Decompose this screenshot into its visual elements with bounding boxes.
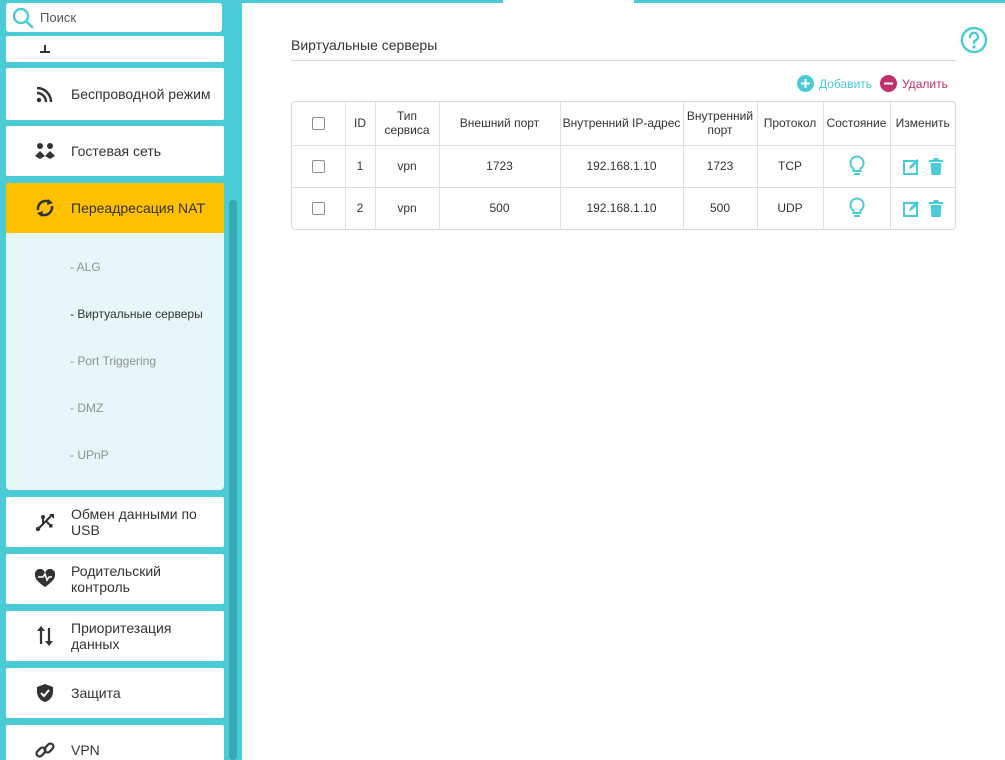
guests-icon — [34, 140, 56, 162]
cell-status — [823, 187, 891, 229]
sidebar-item-label: Переадресация NAT — [71, 200, 206, 216]
search-icon[interactable] — [12, 7, 34, 29]
heart-icon — [34, 568, 56, 590]
page-title: Виртуальные серверы — [291, 37, 438, 53]
cell-modify — [890, 145, 955, 188]
sidebar-item-label: Обмен данными по USB — [71, 506, 197, 538]
top-accent-bar — [242, 0, 503, 3]
sidebar-item-label: Гостевая сеть — [71, 143, 162, 159]
cell-status — [823, 145, 891, 188]
row-select-cell — [292, 145, 346, 188]
column-header-internal-ip: Внутренний IP-адрес — [560, 102, 684, 146]
cell-internal-port: 500 — [683, 187, 758, 229]
header-select-all — [292, 102, 346, 146]
table-row: 2 vpn 500 192.168.1.10 500 UDP — [292, 187, 955, 229]
table-row: 1 vpn 1723 192.168.1.10 1723 TCP — [292, 145, 955, 188]
virtual-servers-table: ID Тип сервиса Внешний порт Внутренний I… — [291, 101, 956, 230]
sidebar-item-parental-control[interactable]: Родительский контроль — [6, 554, 224, 604]
cell-external-port: 500 — [439, 187, 561, 229]
column-header-status: Состояние — [823, 102, 891, 146]
submenu-item-dmz[interactable]: - DMZ — [70, 401, 103, 415]
sidebar-item-label: VPN — [71, 742, 100, 758]
edit-icon[interactable] — [902, 200, 920, 217]
nat-icon — [34, 197, 56, 219]
wifi-icon — [34, 83, 56, 105]
column-header-protocol: Протокол — [757, 102, 824, 146]
sidebar-item-vpn[interactable]: VPN — [6, 725, 224, 760]
minus-circle-icon — [880, 75, 897, 92]
partial-item-icon — [34, 38, 56, 60]
edit-icon[interactable] — [902, 158, 920, 175]
submenu-item-port-triggering[interactable]: - Port Triggering — [70, 354, 156, 368]
sidebar-item-label: Родительский контроль — [71, 563, 161, 595]
cell-internal-ip: 192.168.1.10 — [560, 145, 684, 188]
sidebar-item-partial[interactable] — [6, 36, 224, 62]
top-accent-bar — [634, 0, 1005, 3]
sidebar-item-qos[interactable]: Приоритезация данных — [6, 611, 224, 661]
cell-protocol: TCP — [757, 145, 824, 188]
cell-id: 2 — [345, 187, 376, 229]
cell-service-type: vpn — [375, 187, 440, 229]
submenu-item-upnp[interactable]: - UPnP — [70, 448, 109, 462]
plus-circle-icon — [797, 75, 814, 92]
shield-icon — [34, 682, 56, 704]
lightbulb-icon[interactable] — [848, 155, 865, 177]
divider — [291, 60, 956, 61]
cell-modify — [890, 187, 955, 229]
delete-button[interactable]: Удалить — [880, 75, 948, 92]
sidebar-item-label: Беспроводной режим — [71, 86, 211, 102]
trash-icon[interactable] — [928, 157, 943, 175]
sidebar: Беспроводной режим Гостевая сеть Переадр… — [0, 0, 242, 760]
cell-external-port: 1723 — [439, 145, 561, 188]
sidebar-item-label: Защита — [71, 685, 121, 701]
search-input[interactable] — [40, 7, 216, 28]
sidebar-item-nat-forwarding[interactable]: Переадресация NAT — [6, 183, 224, 233]
sidebar-item-label: Приоритезация данных — [71, 620, 172, 652]
row-select-cell — [292, 187, 346, 229]
qos-icon — [34, 625, 56, 647]
select-all-checkbox[interactable] — [311, 117, 325, 131]
column-header-service-type: Тип сервиса — [375, 102, 440, 146]
row-checkbox[interactable] — [311, 202, 325, 216]
cell-service-type: vpn — [375, 145, 440, 188]
sidebar-item-guest-network[interactable]: Гостевая сеть — [6, 126, 224, 176]
column-header-external-port: Внешний порт — [439, 102, 561, 146]
lightbulb-icon[interactable] — [848, 197, 865, 219]
sidebar-item-wireless[interactable]: Беспроводной режим — [6, 68, 224, 120]
sidebar-scrollbar[interactable] — [229, 200, 237, 760]
sidebar-item-security[interactable]: Защита — [6, 668, 224, 718]
delete-button-label: Удалить — [902, 76, 948, 91]
cell-protocol: UDP — [757, 187, 824, 229]
column-header-id: ID — [345, 102, 376, 146]
cell-id: 1 — [345, 145, 376, 188]
sidebar-scrollbar-thumb[interactable] — [229, 200, 237, 760]
search-box[interactable] — [6, 3, 222, 32]
help-icon[interactable] — [960, 26, 988, 54]
table-header-row: ID Тип сервиса Внешний порт Внутренний I… — [292, 102, 955, 146]
cell-internal-ip: 192.168.1.10 — [560, 187, 684, 229]
link-icon — [34, 739, 56, 760]
nat-submenu: - ALG - Виртуальные серверы - Port Trigg… — [6, 233, 224, 490]
add-button-label: Добавить — [819, 76, 873, 91]
row-checkbox[interactable] — [311, 160, 325, 174]
cell-internal-port: 1723 — [683, 145, 758, 188]
column-header-modify: Изменить — [890, 102, 955, 146]
trash-icon[interactable] — [928, 199, 943, 217]
add-button[interactable]: Добавить — [797, 75, 872, 92]
column-header-internal-port: Внутренний порт — [683, 102, 758, 146]
submenu-item-virtual-servers[interactable]: - Виртуальные серверы — [70, 307, 203, 321]
sidebar-item-usb-sharing[interactable]: Обмен данными по USB — [6, 497, 224, 547]
submenu-item-alg[interactable]: - ALG — [70, 260, 101, 274]
usb-icon — [34, 511, 56, 533]
